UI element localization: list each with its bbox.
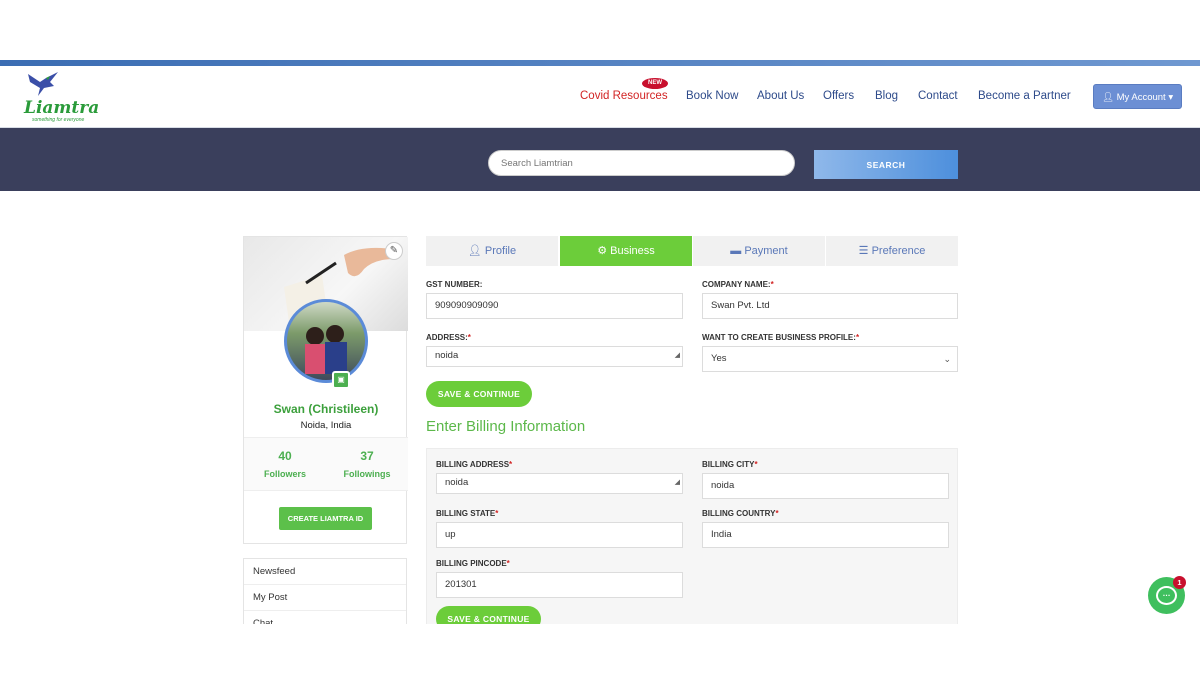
nav-item-covid-resources[interactable]: Covid Resources	[580, 90, 668, 102]
billing-address-label: BILLING ADDRESS*	[436, 460, 513, 469]
menu-item-my-post[interactable]: My Post	[244, 585, 406, 611]
billing-state-label: BILLING STATE*	[436, 509, 499, 518]
tab-payment[interactable]: ▬ Payment	[693, 236, 825, 266]
billing-save-button[interactable]: SAVE & CONTINUE	[436, 606, 541, 624]
settings-tabs: 👤︎ Profile ⚙ Business ▬ Payment ☰ Prefer…	[426, 236, 958, 266]
nav-item-offers[interactable]: Offers	[823, 90, 854, 102]
billing-save-clip: SAVE & CONTINUE	[436, 606, 542, 624]
user-icon: 👤︎	[1101, 92, 1114, 103]
tab-preference[interactable]: ☰ Preference	[826, 236, 958, 266]
billing-country-input[interactable]: India	[702, 522, 949, 548]
tab-preference-label: Preference	[871, 245, 926, 257]
tab-business-label: Business	[610, 245, 655, 257]
search-band: SEARCH	[0, 128, 1200, 191]
nav-item-become-partner[interactable]: Become a Partner	[978, 90, 1071, 102]
address-textarea[interactable]: noida ◢	[426, 346, 683, 367]
resize-grip-icon[interactable]: ◢	[675, 474, 680, 492]
edit-cover-icon[interactable]: ✎	[385, 242, 403, 260]
cog-icon: ⚙	[597, 245, 608, 257]
followings-stat[interactable]: 37 Followings	[326, 438, 408, 479]
create-liamtra-id-button[interactable]: CREATE LIAMTRA ID	[279, 507, 372, 530]
user-gear-icon: 👤︎	[467, 245, 482, 257]
my-account-label: My Account	[1116, 92, 1166, 103]
business-profile-select[interactable]: Yes ⌄	[702, 346, 958, 372]
billing-title: Enter Billing Information	[426, 418, 586, 435]
billing-address-textarea[interactable]: noida ◢	[436, 473, 683, 494]
billing-state-input[interactable]: up	[436, 522, 683, 548]
nav-item-blog[interactable]: Blog	[875, 90, 898, 102]
nav-item-about-us[interactable]: About Us	[757, 90, 804, 102]
search-input[interactable]	[488, 150, 795, 176]
tab-business[interactable]: ⚙ Business	[560, 236, 692, 266]
followers-count: 40	[278, 449, 292, 463]
logo-tagline: something for everyone	[32, 117, 85, 123]
address-label: ADDRESS:*	[426, 333, 471, 342]
tab-profile[interactable]: 👤︎ Profile	[426, 236, 558, 266]
site-header: Liamtra something for everyone Covid Res…	[0, 66, 1200, 128]
followings-label: Followings	[343, 469, 391, 479]
tab-payment-label: Payment	[744, 245, 788, 257]
chat-icon: …	[1156, 586, 1177, 605]
my-account-button[interactable]: 👤︎ My Account ▾	[1093, 84, 1182, 109]
new-badge: NEW	[642, 78, 668, 89]
avatar[interactable]	[284, 299, 368, 383]
gst-label: GST NUMBER:	[426, 280, 483, 289]
business-save-button[interactable]: SAVE & CONTINUE	[426, 381, 532, 407]
address-value: noida	[435, 350, 459, 361]
profile-menu: Newsfeed My Post Chat	[243, 558, 407, 624]
followers-label: Followers	[263, 469, 306, 479]
billing-pincode-label: BILLING PINCODE*	[436, 559, 510, 568]
gst-input[interactable]: 909090909090	[426, 293, 683, 319]
nav-item-book-now[interactable]: Book Now	[686, 90, 738, 102]
profile-stats: 40 Followers 37 Followings	[244, 437, 408, 491]
followers-stat[interactable]: 40 Followers	[244, 438, 326, 479]
billing-country-label: BILLING COUNTRY*	[702, 509, 779, 518]
followings-count: 37	[360, 449, 374, 463]
billing-city-label: BILLING CITY*	[702, 460, 758, 469]
profile-location: Noida, India	[300, 420, 352, 431]
nav-item-contact[interactable]: Contact	[918, 90, 958, 102]
company-name-label: COMPANY NAME:*	[702, 280, 774, 289]
business-profile-label: WANT TO CREATE BUSINESS PROFILE:*	[702, 333, 860, 342]
chevron-down-icon: ⌄	[943, 354, 951, 364]
menu-item-newsfeed[interactable]: Newsfeed	[244, 559, 406, 585]
camera-icon[interactable]: ▣	[332, 371, 350, 389]
billing-address-value: noida	[445, 477, 469, 488]
main-nav: Covid Resources Book Now About Us Offers…	[0, 90, 1200, 106]
menu-item-chat[interactable]: Chat	[244, 611, 406, 624]
search-button[interactable]: SEARCH	[814, 150, 958, 179]
chevron-down-icon: ▾	[1168, 92, 1174, 103]
avatar-photo	[305, 325, 347, 374]
profile-name: Swan (Christileen)	[273, 402, 379, 416]
billing-pincode-input[interactable]: 201301	[436, 572, 683, 598]
tab-profile-label: Profile	[484, 245, 517, 257]
business-profile-value: Yes	[711, 353, 727, 364]
profile-card: ✎ ▣ Swan (Christileen) Noida, India 40 F…	[243, 236, 408, 544]
billing-city-input[interactable]: noida	[702, 473, 949, 499]
resize-grip-icon[interactable]: ◢	[675, 347, 680, 365]
credit-card-icon: ▬	[730, 245, 742, 257]
list-icon: ☰	[858, 245, 869, 257]
chat-unread-badge: 1	[1173, 576, 1186, 589]
company-name-input[interactable]: Swan Pvt. Ltd	[702, 293, 958, 319]
